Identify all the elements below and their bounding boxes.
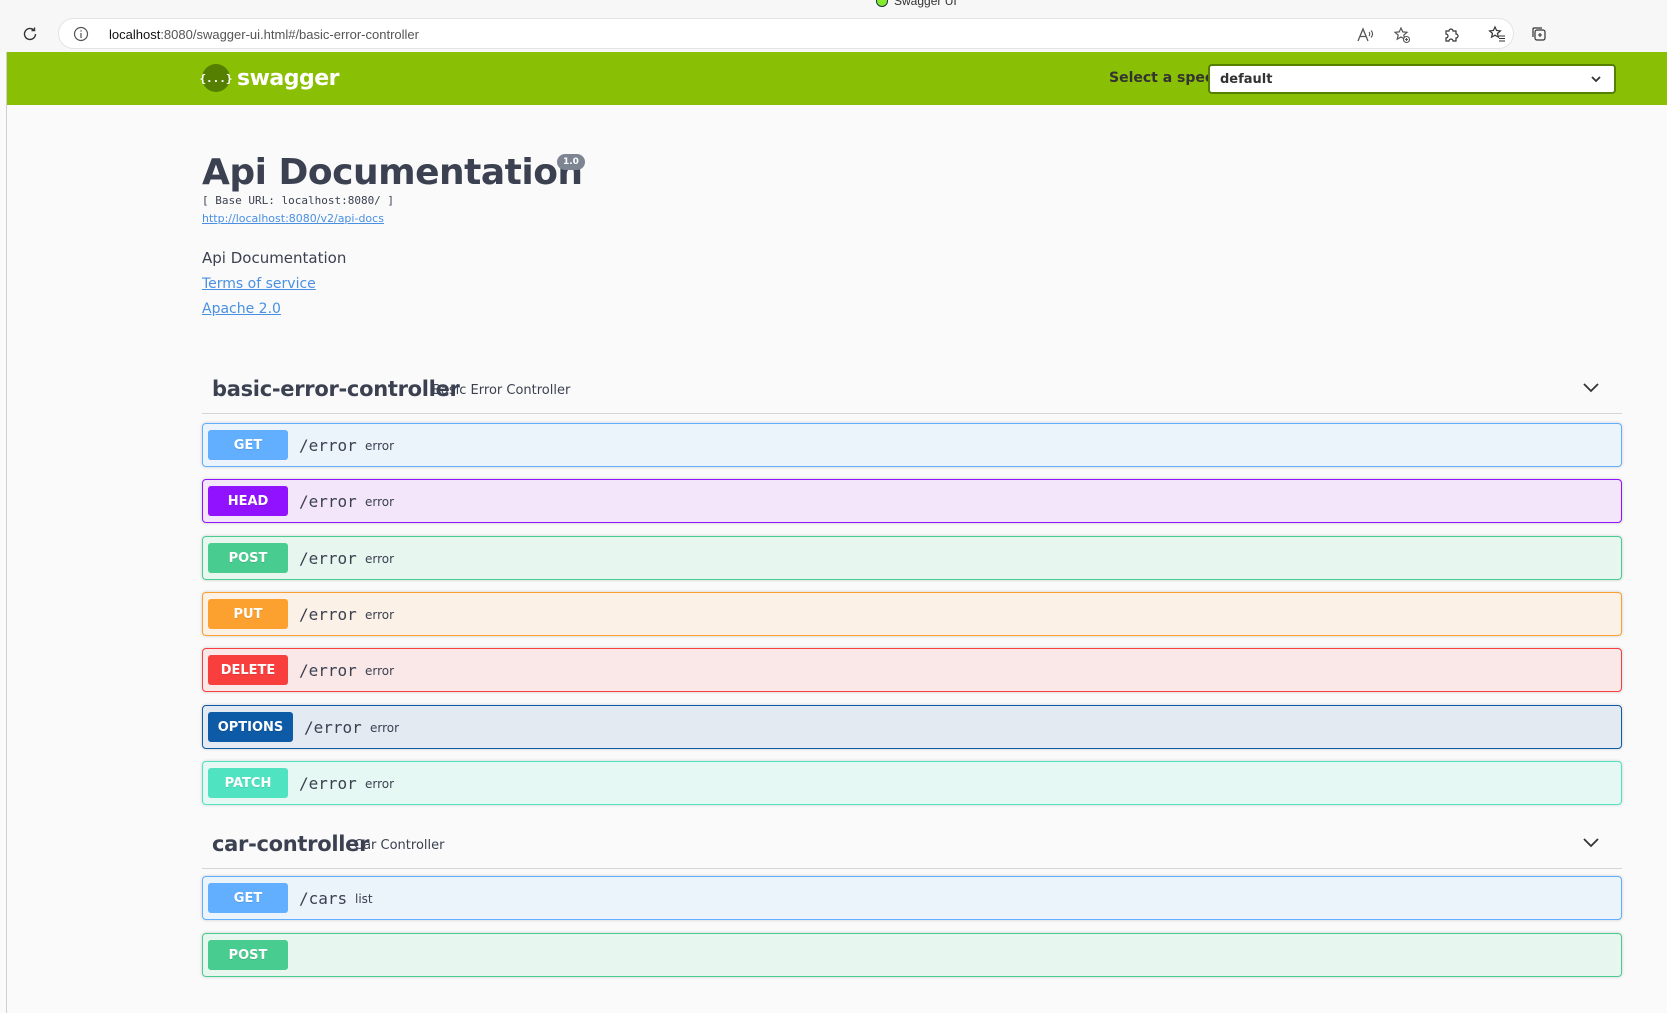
swagger-favicon-icon (876, 0, 888, 7)
tag-name: basic-error-controller (212, 377, 460, 401)
method-badge: DELETE (208, 655, 288, 685)
chevron-down-icon (1591, 76, 1601, 83)
operation-get-error[interactable]: GET /error error (202, 423, 1622, 467)
collections-icon[interactable] (1525, 20, 1553, 48)
swagger-logo-icon: {...} (199, 64, 233, 92)
method-badge: HEAD (208, 486, 288, 516)
method-badge: POST (208, 543, 288, 573)
tag-name: car-controller (212, 832, 370, 856)
operation-post-cars[interactable]: POST (202, 933, 1622, 977)
swagger-logo[interactable]: {...} swagger (199, 64, 340, 92)
tab-title: Swagger UI (894, 0, 957, 8)
method-badge: GET (208, 883, 288, 913)
site-info-icon[interactable] (73, 26, 89, 42)
operation-summary: error (365, 608, 395, 622)
operation-patch-error[interactable]: PATCH /error error (202, 761, 1622, 805)
spec-select[interactable]: default (1208, 64, 1616, 94)
operation-summary: error (370, 721, 400, 735)
method-badge: PUT (208, 599, 288, 629)
operation-options-error[interactable]: OPTIONS /error error (202, 705, 1622, 749)
url-text[interactable]: localhost:8080/swagger-ui.html#/basic-er… (109, 27, 419, 42)
method-badge: PATCH (208, 768, 288, 798)
operation-summary: error (365, 552, 395, 566)
read-aloud-icon[interactable] (1355, 25, 1375, 45)
browser-tab-strip: Swagger UI (0, 0, 1667, 16)
method-badge: POST (208, 940, 288, 970)
add-favorite-icon[interactable] (1392, 25, 1412, 45)
operation-post-error[interactable]: POST /error error (202, 536, 1622, 580)
version-badge: 1.0 (557, 154, 585, 170)
terms-of-service-link[interactable]: Terms of service (202, 276, 316, 292)
operation-summary: error (365, 664, 395, 678)
favorites-icon[interactable] (1483, 20, 1511, 48)
operation-path: /error (299, 549, 357, 568)
operation-path: /error (299, 436, 357, 455)
operation-path: /error (304, 718, 362, 737)
operation-summary: error (365, 495, 395, 509)
page-title: Api Documentation (202, 152, 583, 193)
address-bar[interactable]: localhost:8080/swagger-ui.html#/basic-er… (58, 18, 1514, 49)
method-badge: OPTIONS (208, 712, 293, 742)
license-link[interactable]: Apache 2.0 (202, 301, 281, 317)
operation-path: /error (299, 605, 357, 624)
logo-text: swagger (237, 65, 340, 91)
operation-summary: list (355, 892, 373, 906)
swagger-page: {...} swagger Select a spec default Api … (6, 52, 1667, 1013)
method-badge: GET (208, 430, 288, 460)
browser-toolbar: localhost:8080/swagger-ui.html#/basic-er… (0, 16, 1667, 52)
operation-get-cars[interactable]: GET /cars list (202, 876, 1622, 920)
swagger-topbar: {...} swagger Select a spec default (7, 52, 1667, 105)
api-docs-link[interactable]: http://localhost:8080/v2/api-docs (202, 212, 384, 225)
chevron-down-icon[interactable] (1580, 377, 1602, 399)
spec-select-value: default (1220, 72, 1273, 87)
operation-head-error[interactable]: HEAD /error error (202, 479, 1622, 523)
chevron-down-icon[interactable] (1580, 832, 1602, 854)
operation-summary: error (365, 439, 395, 453)
operation-delete-error[interactable]: DELETE /error error (202, 648, 1622, 692)
tag-basic-error-controller[interactable]: basic-error-controller Basic Error Contr… (202, 365, 1622, 414)
tag-car-controller[interactable]: car-controller Car Controller (202, 820, 1622, 869)
api-description: Api Documentation (202, 249, 347, 267)
operation-path: /cars (299, 889, 348, 908)
tag-description: Basic Error Controller (432, 383, 571, 398)
browser-tab[interactable]: Swagger UI (876, 0, 957, 8)
select-spec-label: Select a spec (1109, 70, 1214, 86)
operation-put-error[interactable]: PUT /error error (202, 592, 1622, 636)
tag-description: Car Controller (354, 838, 445, 853)
operation-path: /error (299, 492, 357, 511)
extensions-icon[interactable] (1437, 20, 1465, 48)
operation-path: /error (299, 661, 357, 680)
operation-summary: error (365, 777, 395, 791)
refresh-icon[interactable] (16, 20, 44, 48)
operation-path: /error (299, 774, 357, 793)
base-url: [ Base URL: localhost:8080/ ] (202, 194, 395, 207)
